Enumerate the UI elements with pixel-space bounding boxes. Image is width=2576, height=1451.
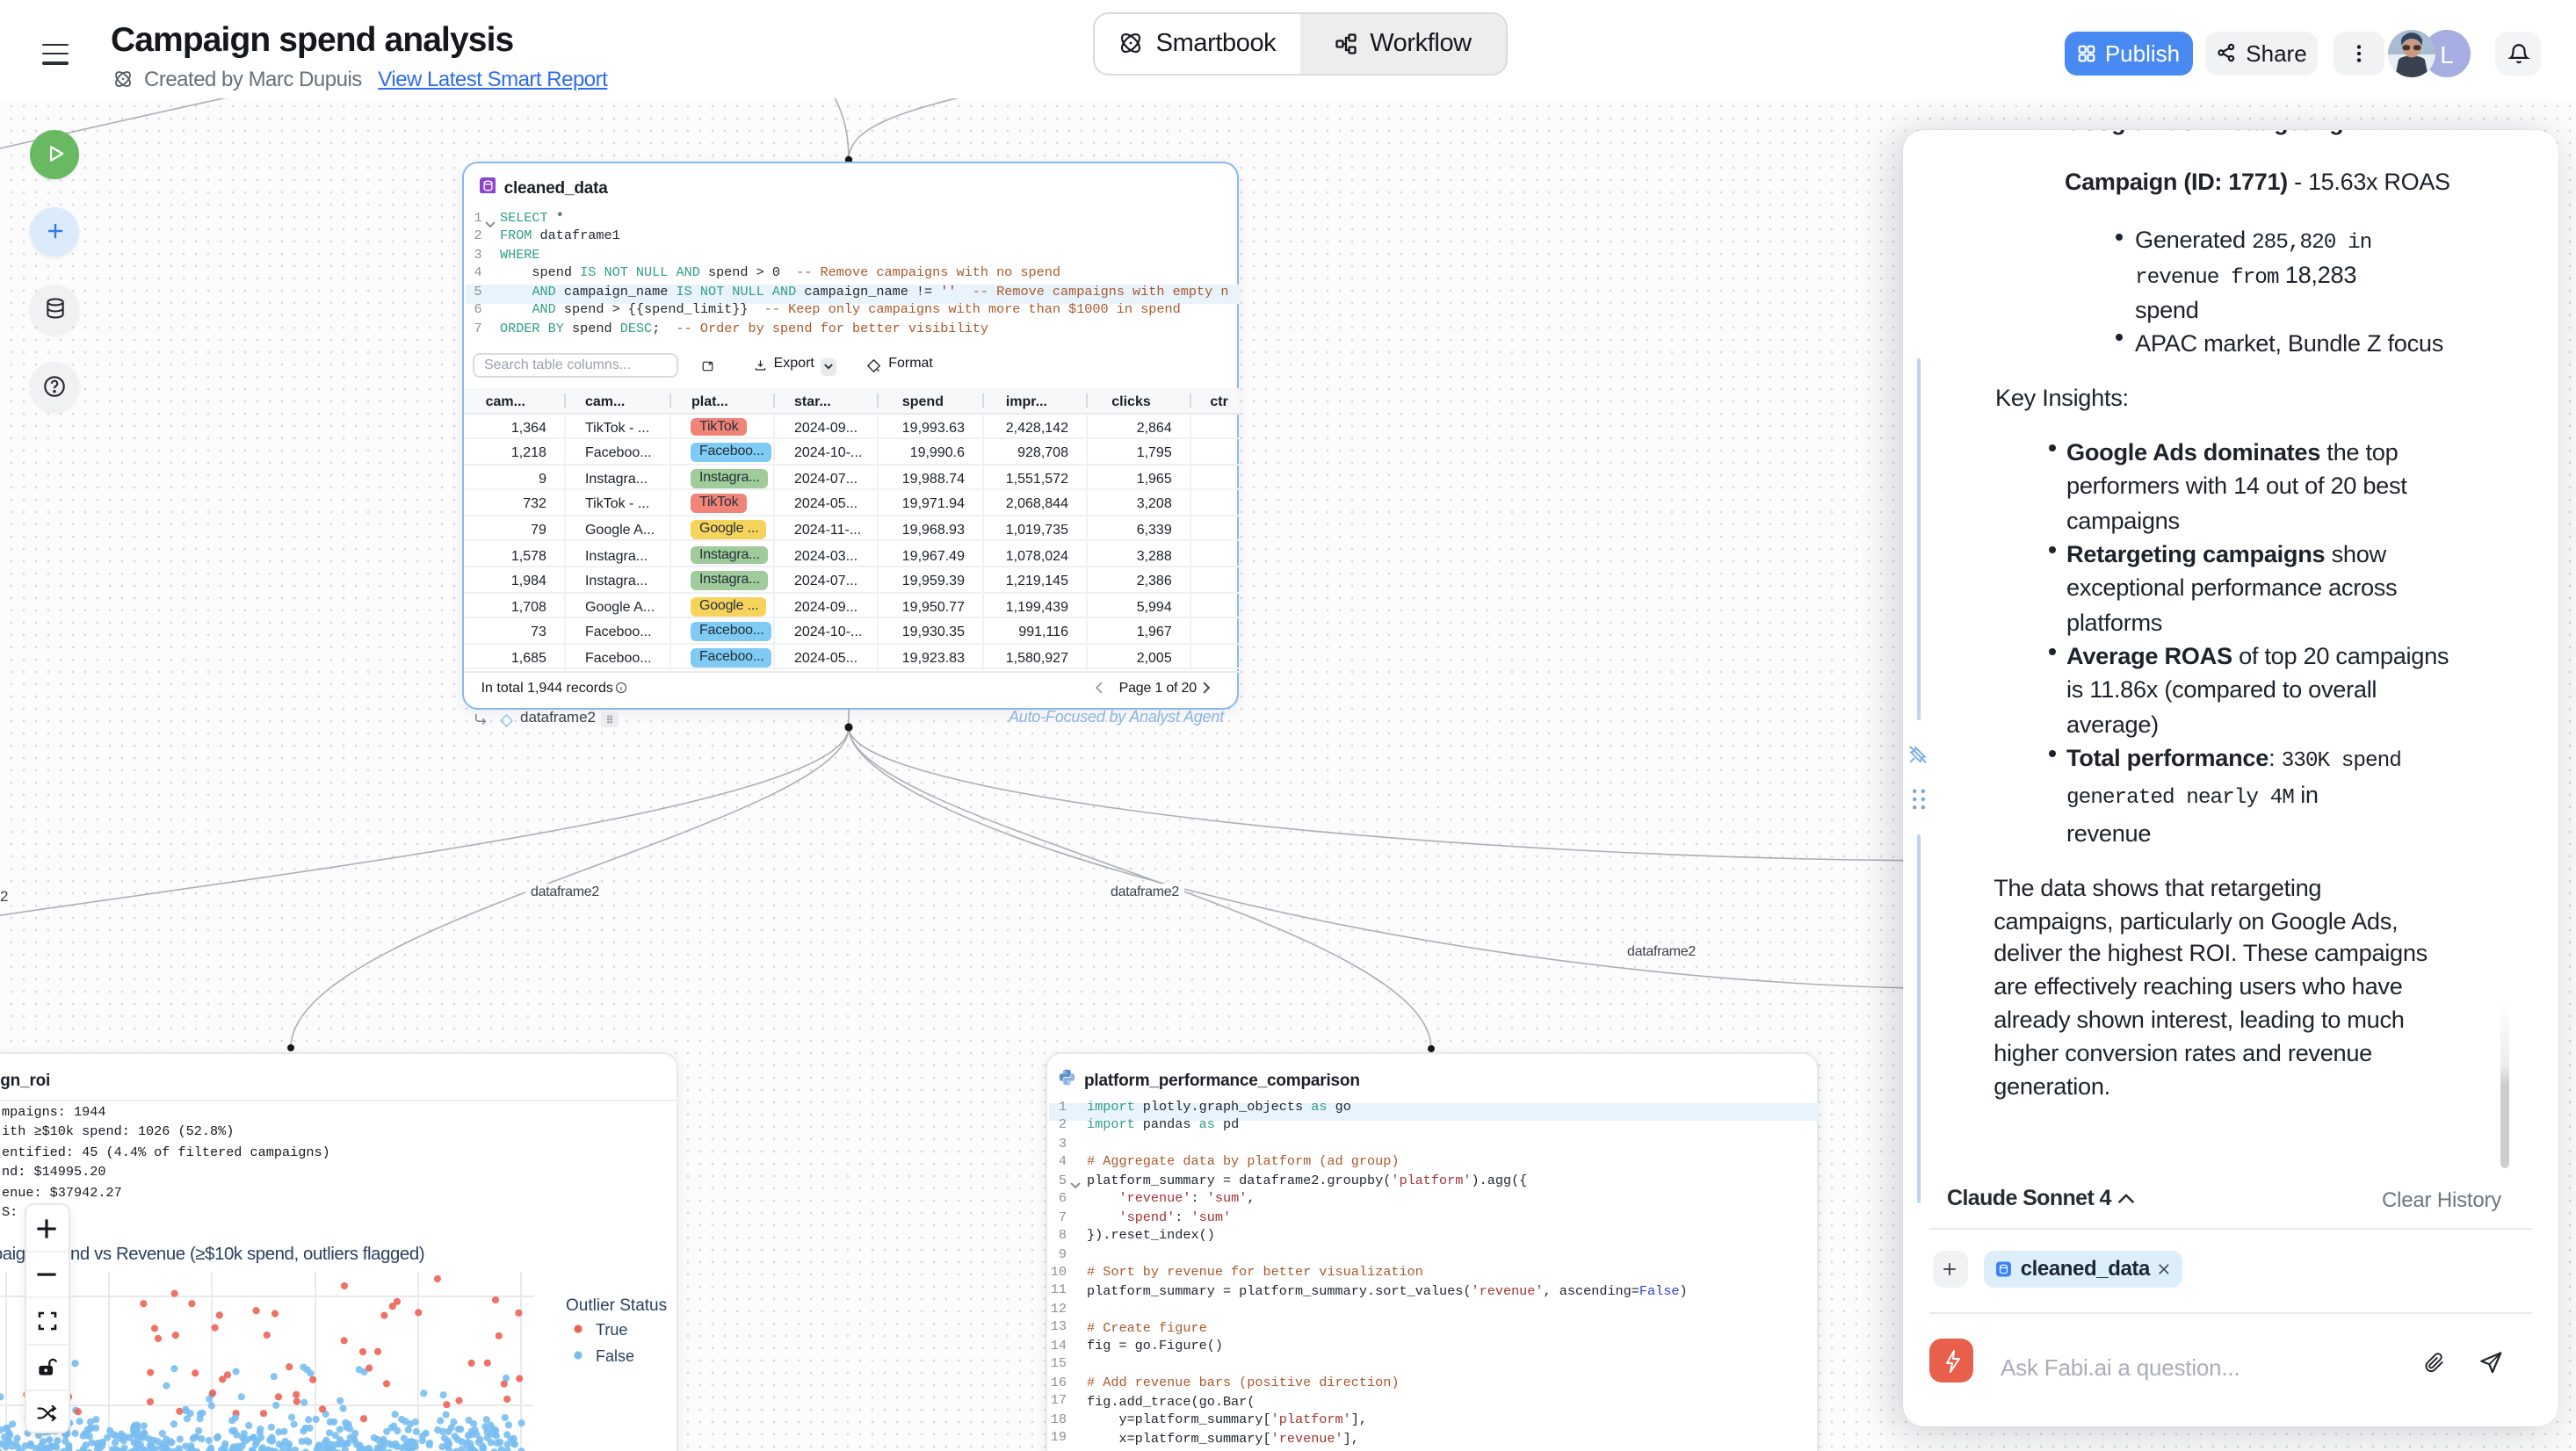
svg-text:False: False: [596, 1347, 634, 1365]
svg-text:True: True: [596, 1321, 627, 1339]
svg-text:Outlier Status: Outlier Status: [566, 1296, 667, 1315]
